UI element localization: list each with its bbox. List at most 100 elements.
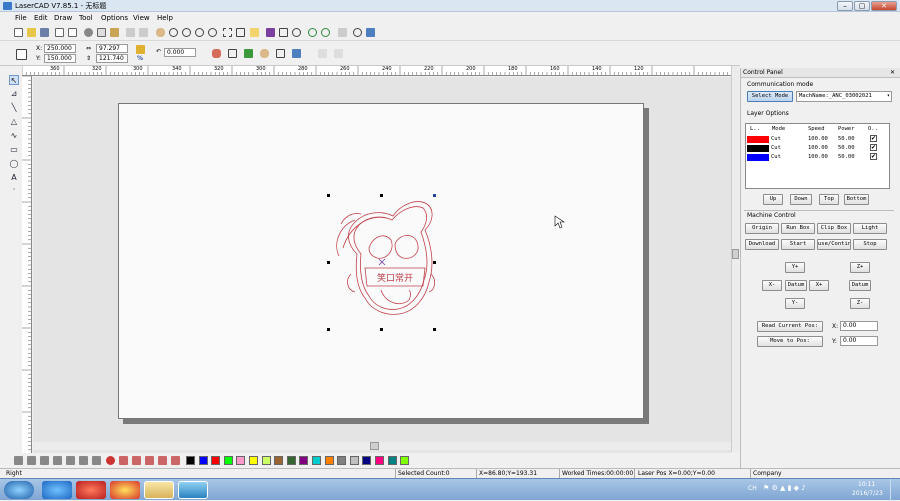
dot-icon[interactable]: · [9,185,19,195]
hand-tool-icon[interactable] [260,49,269,58]
pen-icon[interactable] [266,28,275,37]
line-icon[interactable]: ╲ [9,103,19,113]
layer-top-button[interactable]: Top [819,194,839,205]
save-icon[interactable] [40,28,49,37]
clip-box-button[interactable]: Clip Box [817,223,851,234]
drawing-canvas[interactable]: 笑口常开 [33,77,731,455]
tray-icons[interactable]: ⚑ ⚙ ▲ ▮ ◆ ♪ [763,484,806,492]
handle-mr[interactable] [433,261,436,264]
dist-a-icon[interactable] [145,456,154,465]
zoom-out-icon[interactable] [195,28,204,37]
color-swatch[interactable] [337,456,347,465]
center-icon[interactable] [106,456,115,465]
height-field[interactable]: 121.740 [96,54,128,63]
chrome-icon[interactable] [110,481,140,499]
select-mode-button[interactable]: Select Mode [747,91,793,102]
anchor-icon[interactable] [16,49,27,60]
node-icon[interactable]: ⊿ [9,89,19,99]
layer-row[interactable]: Cut 100.00 50.00 ✔ [746,153,889,162]
menu-draw[interactable]: Draw [54,14,72,22]
handle-bl[interactable] [327,328,330,331]
lock-icon[interactable] [136,45,145,54]
order-icon[interactable] [276,49,285,58]
open-folder-icon[interactable] [27,28,36,37]
color-swatch[interactable] [186,456,195,465]
layer-down-button[interactable]: Down [790,194,812,205]
color-swatch[interactable] [261,456,271,465]
pause-continue-button[interactable]: use/Contin [817,239,851,250]
color-swatch[interactable] [198,456,208,465]
color-swatch[interactable] [387,456,397,465]
same-width-icon[interactable] [79,456,88,465]
align-center-icon[interactable] [66,456,75,465]
download-button[interactable]: Download [745,239,779,250]
z-datum-button[interactable]: Datum [849,280,871,291]
lasercad-task-icon[interactable] [178,481,208,499]
dist-h-icon[interactable] [119,456,128,465]
menu-help[interactable]: Help [157,14,173,22]
undo-icon[interactable] [126,28,135,37]
y-pos-field[interactable]: 0.00 [840,336,878,346]
group-icon[interactable] [338,28,347,37]
color-swatch[interactable] [223,456,233,465]
horizontal-scrollbar[interactable] [33,442,731,450]
output-checkbox[interactable]: ✔ [870,153,877,160]
media-app-icon[interactable] [76,481,106,499]
zoom-fit-icon[interactable] [208,28,217,37]
z-minus-button[interactable]: Z- [850,298,870,309]
light-button[interactable]: Light [853,223,887,234]
handle-bm[interactable] [380,328,383,331]
handle-tr[interactable] [433,194,436,197]
menu-options[interactable]: Options [101,14,128,22]
menu-view[interactable]: View [133,14,150,22]
explorer-icon[interactable] [144,481,174,499]
layer-up-button[interactable]: Up [763,194,783,205]
color-swatch[interactable] [299,456,309,465]
align-right-icon[interactable] [27,456,36,465]
minimize-button[interactable]: – [837,1,853,11]
output-checkbox[interactable]: ✔ [870,135,877,142]
color-swatch[interactable] [362,456,372,465]
work-area-page[interactable]: 笑口常开 [118,103,644,419]
menu-tool[interactable]: Tool [79,14,93,22]
same-height-icon[interactable] [92,456,101,465]
y-plus-button[interactable]: Y+ [785,262,805,273]
align-top-icon[interactable] [40,456,49,465]
monitor-icon[interactable] [366,28,375,37]
menu-edit[interactable]: Edit [34,14,48,22]
color-swatch[interactable] [400,456,410,465]
show-desktop-button[interactable] [890,479,900,501]
polyline-icon[interactable]: △ [9,117,19,127]
handle-ml[interactable] [327,261,330,264]
menu-file[interactable]: File [15,14,27,22]
ie-icon[interactable] [42,481,72,499]
zoom-in-icon[interactable] [182,28,191,37]
target-icon[interactable] [353,28,362,37]
vertical-scroll-thumb[interactable] [732,249,739,259]
distribute-icon[interactable] [228,49,237,58]
y-field[interactable]: 150.000 [44,54,76,63]
copy-icon[interactable] [97,28,106,37]
array-icon[interactable] [279,28,288,37]
rectangle-icon[interactable]: ▭ [9,145,19,155]
horizontal-scroll-thumb[interactable] [370,442,379,450]
magnify-icon[interactable] [292,28,301,37]
handle-tl[interactable] [327,194,330,197]
machine-name-select[interactable]: MachName:_ANC_03002021 ▾ [796,91,892,102]
text-icon[interactable]: A [9,173,19,183]
move-to-pos-button[interactable]: Move to Pos: [757,336,823,347]
width-field[interactable]: 97.297 [96,44,128,53]
color-swatch[interactable] [375,456,384,465]
export-icon[interactable] [68,28,77,37]
import-icon[interactable] [55,28,64,37]
color-swatch[interactable] [324,456,334,465]
tray-language[interactable]: CH [748,485,757,492]
color-swatch[interactable] [274,456,284,465]
layer-row[interactable]: Cut 100.00 50.00 ✔ [746,135,889,144]
start-button-icon[interactable] [4,481,34,499]
node-edit-icon[interactable] [236,28,245,37]
layer-icon[interactable] [244,49,253,58]
x-minus-button[interactable]: X- [762,280,782,291]
dist-c-icon[interactable] [171,456,180,465]
paste-icon[interactable] [110,28,119,37]
